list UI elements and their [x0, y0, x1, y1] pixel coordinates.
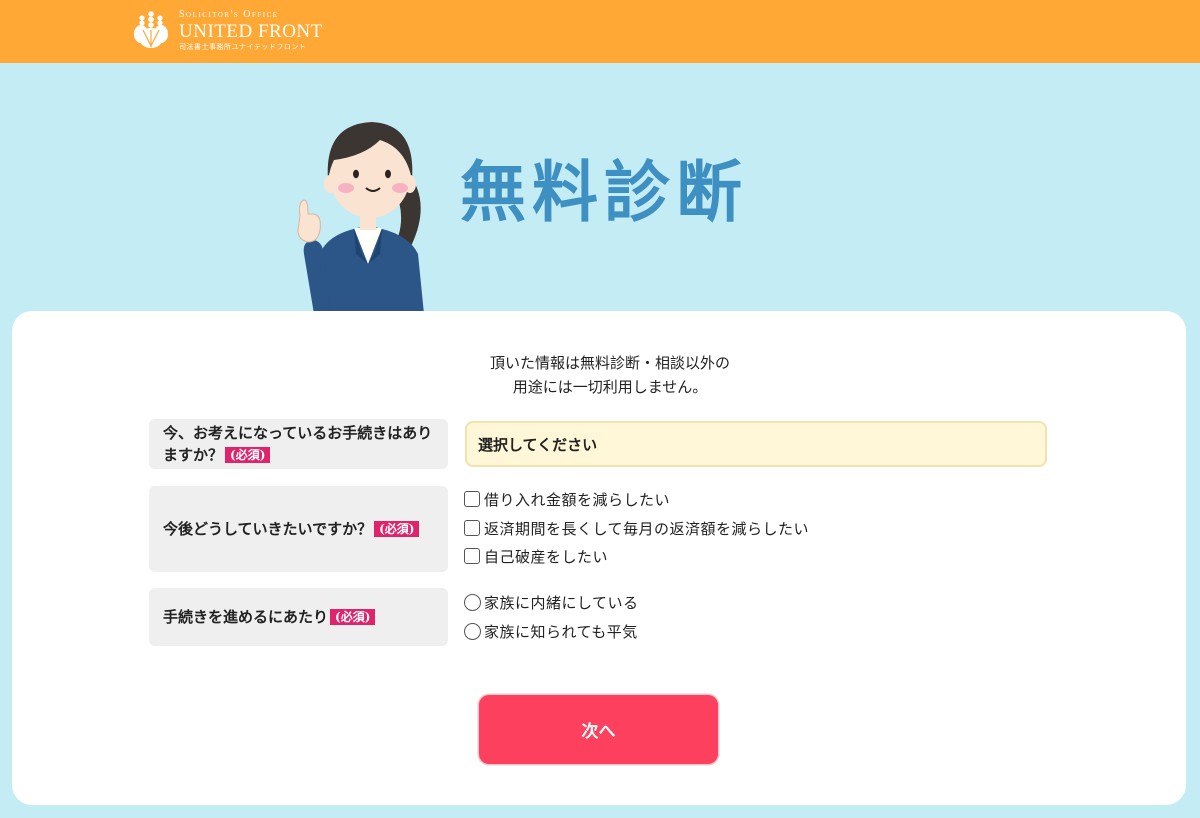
brand-logo[interactable]: Solicitor's Office UNITED FRONT 司法書士事務所ユ…	[129, 8, 323, 52]
checkbox[interactable]	[464, 548, 480, 564]
diagnosis-form-card: 頂いた情報は無料診断・相談以外の 用途には一切利用しません。 今、お考えになって…	[12, 311, 1186, 805]
procedure-select[interactable]: 選択してください	[465, 421, 1047, 467]
brand-japanese-name: 司法書士事務所ユナイテッドフロント	[179, 42, 307, 51]
site-header: Solicitor's Office UNITED FRONT 司法書士事務所ユ…	[0, 0, 1200, 63]
next-button[interactable]: 次へ	[479, 695, 718, 764]
brand-subtitle: Solicitor's Office	[179, 8, 279, 20]
woman-pointing-illustration	[297, 122, 424, 314]
checkbox[interactable]	[464, 491, 480, 507]
brand-name: UNITED FRONT	[179, 20, 323, 42]
page-title: 無料診断	[460, 154, 748, 231]
select-value: 選択してください	[478, 435, 598, 454]
privacy-notice: 頂いた情報は無料診断・相談以外の 用途には一切利用しません。	[489, 354, 730, 396]
checkbox[interactable]	[464, 520, 480, 536]
family-option-secret[interactable]: 家族に内緒にしている	[464, 590, 639, 614]
required-badge: (必須)	[374, 521, 420, 537]
family-option-ok[interactable]: 家族に知られても平気	[464, 619, 638, 643]
radio-button[interactable]	[464, 622, 481, 640]
required-badge: (必須)	[330, 609, 376, 625]
paulownia-crest-icon	[134, 11, 168, 48]
goal-option-bankruptcy[interactable]: 自己破産をしたい	[464, 544, 608, 568]
goal-option-extend-period[interactable]: 返済期間を長くして毎月の返済額を減らしたい	[464, 516, 809, 540]
required-badge: (必須)	[225, 447, 271, 463]
radio-button[interactable]	[464, 593, 481, 611]
goal-option-reduce-amount[interactable]: 借り入れ金額を減らしたい	[464, 487, 670, 511]
question-label-goal: 今後どうしていきたいですか？ (必須)	[149, 486, 448, 572]
question-label-procedure: 今、お考えになっているお手続きはありますか？ (必須)	[149, 419, 448, 469]
question-label-family: 手続きを進めるにあたり (必須)	[149, 588, 448, 646]
